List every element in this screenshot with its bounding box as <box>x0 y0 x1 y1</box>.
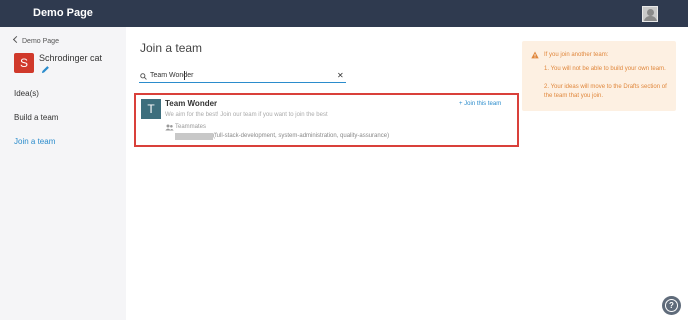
back-link[interactable]: Demo Page <box>12 35 59 45</box>
team-description: We aim for the best! Join our team if yo… <box>165 112 328 118</box>
team-result-card[interactable]: T Team Wonder We aim for the best! Join … <box>134 93 519 147</box>
help-icon[interactable]: ? <box>662 296 681 315</box>
teammates-label: Teammates <box>175 124 207 130</box>
user-initial-avatar: S <box>14 53 34 73</box>
warning-item: 2. Your ideas will move to the Drafts se… <box>544 84 667 99</box>
app-title: Demo Page <box>33 7 93 19</box>
top-bar: Demo Page <box>0 0 688 27</box>
team-name: Team Wonder <box>165 99 218 108</box>
help-symbol: ? <box>669 301 674 310</box>
text-caret <box>184 71 185 80</box>
redacted-teammate-name <box>175 133 213 140</box>
search-input-value[interactable]: Team Wonder <box>150 72 193 79</box>
back-link-label: Demo Page <box>22 38 59 45</box>
warning-item: 1. You will not be able to build your ow… <box>544 66 666 72</box>
sidebar-item-join-team[interactable]: Join a team <box>14 137 55 146</box>
page-title: Join a team <box>140 41 203 55</box>
join-team-button[interactable]: + Join this team <box>459 101 501 107</box>
warning-box: If you join another team: 1. You will no… <box>522 41 676 111</box>
chevron-left-icon <box>12 35 21 44</box>
user-avatar-icon[interactable] <box>642 6 658 22</box>
team-initial-avatar: T <box>141 99 161 119</box>
team-search-input[interactable]: Team Wonder ✕ <box>139 71 346 83</box>
warning-title: If you join another team: <box>544 52 609 58</box>
warning-icon <box>531 51 539 59</box>
sidebar: Demo Page S Schrodinger cat Idea(s) Buil… <box>0 27 126 320</box>
user-name: Schrodinger cat <box>39 53 103 63</box>
close-icon[interactable]: ✕ <box>337 72 344 80</box>
search-icon <box>140 73 147 80</box>
pencil-icon[interactable] <box>41 65 50 74</box>
teammates-roles: (full-stack-development, system-administ… <box>213 133 390 139</box>
people-icon <box>165 124 174 131</box>
sidebar-item-ideas[interactable]: Idea(s) <box>14 89 39 98</box>
sidebar-item-build-team[interactable]: Build a team <box>14 113 58 122</box>
